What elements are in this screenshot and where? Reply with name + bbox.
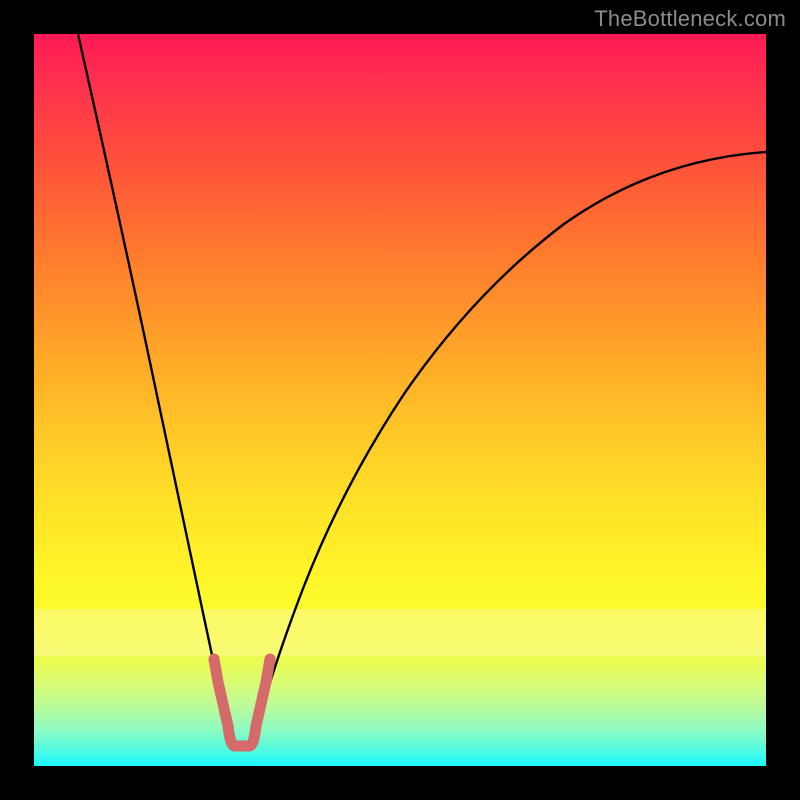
right-curve [258,152,766,724]
watermark-text: TheBottleneck.com [594,6,786,32]
plot-area [34,34,766,766]
valley-marker [214,659,270,746]
left-curve [78,34,226,724]
curve-layer [34,34,766,766]
chart-frame: TheBottleneck.com [0,0,800,800]
